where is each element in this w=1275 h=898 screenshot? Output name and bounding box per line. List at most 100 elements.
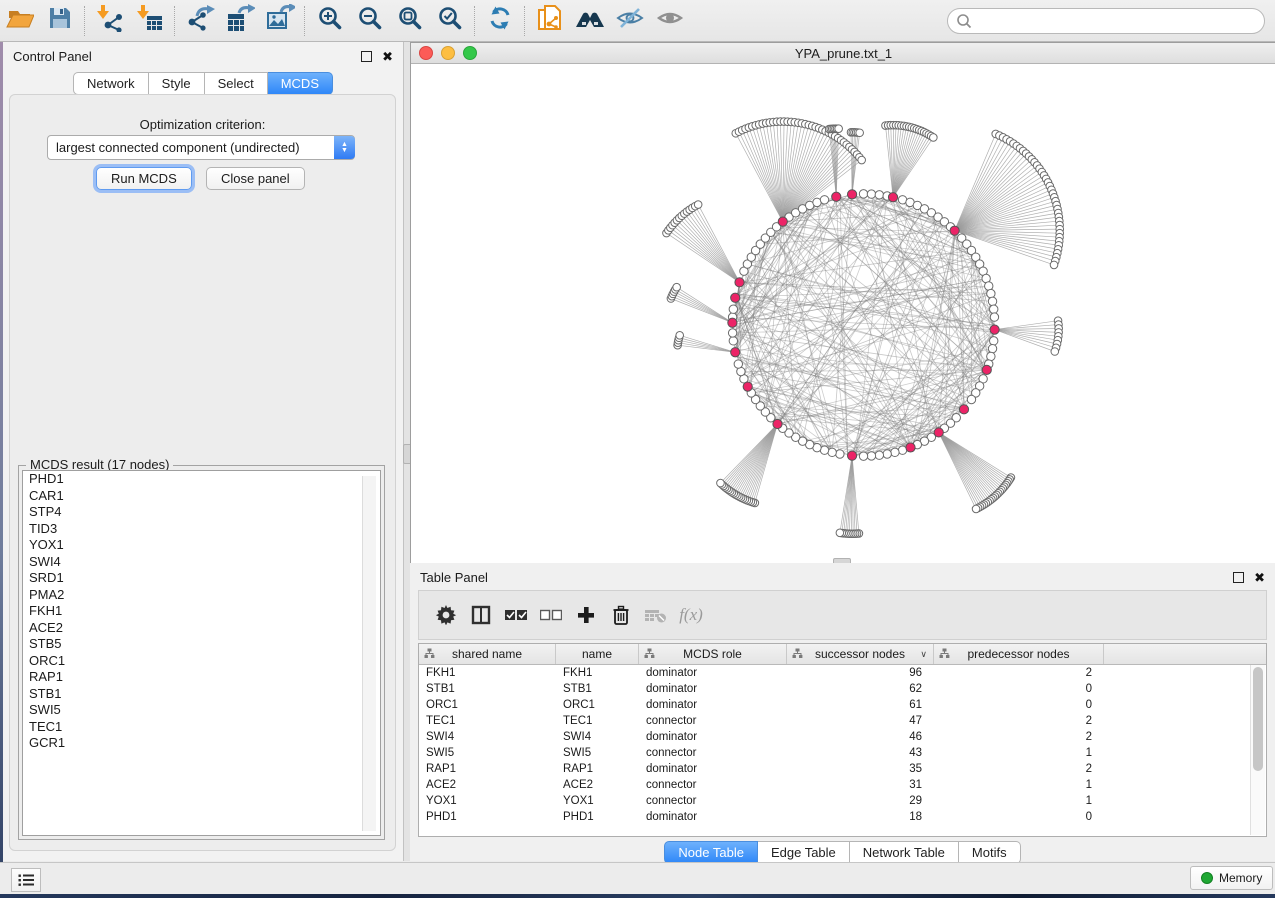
tab-edge-table[interactable]: Edge Table <box>758 841 850 864</box>
cell-predecessor-nodes: 1 <box>934 795 1104 807</box>
select-all-button[interactable] <box>503 602 529 628</box>
cell-name: RAP1 <box>556 763 639 775</box>
mcds-list-scrollbar[interactable] <box>362 476 376 831</box>
open-file-button[interactable] <box>0 4 40 38</box>
tab-mcds[interactable]: MCDS <box>268 72 333 95</box>
table-row[interactable]: FKH1FKH1dominator962 <box>419 665 1266 681</box>
export-image-icon <box>265 4 295 37</box>
zoom-fit-button[interactable] <box>390 4 430 38</box>
column-header-mcds-role[interactable]: MCDS role <box>639 644 787 664</box>
table-row[interactable]: PHD1PHD1dominator180 <box>419 809 1266 825</box>
column-header-name[interactable]: name <box>556 644 639 664</box>
show-columns-button[interactable] <box>468 602 494 628</box>
search-binoculars-button[interactable] <box>570 4 610 38</box>
list-icon <box>18 873 34 887</box>
close-panel-icon[interactable]: ✖ <box>382 50 393 63</box>
export-image-button[interactable] <box>260 4 300 38</box>
mcds-result-item[interactable]: STB1 <box>23 686 380 703</box>
cell-shared-name: ACE2 <box>419 779 556 791</box>
network-search-box[interactable] <box>947 8 1265 34</box>
network-window-titlebar[interactable]: YPA_prune.txt_1 <box>411 43 1275 64</box>
hide-selected-button[interactable] <box>610 4 650 38</box>
zoom-selected-button[interactable] <box>430 4 470 38</box>
mcds-result-item[interactable]: PHD1 <box>23 471 380 488</box>
column-header-shared-name[interactable]: shared name <box>419 644 556 664</box>
table-row[interactable]: YOX1YOX1connector291 <box>419 793 1266 809</box>
mcds-result-item[interactable]: STP4 <box>23 504 380 521</box>
float-table-panel-icon[interactable] <box>1233 572 1244 583</box>
tab-node-table[interactable]: Node Table <box>664 841 758 864</box>
tab-network-table[interactable]: Network Table <box>850 841 959 864</box>
save-floppy-icon <box>48 6 72 35</box>
mcds-result-item[interactable]: GCR1 <box>23 735 380 752</box>
add-column-button[interactable] <box>573 602 599 628</box>
control-panel-title: Control Panel <box>13 49 92 64</box>
table-row[interactable]: RAP1RAP1dominator352 <box>419 761 1266 777</box>
cell-mcds-role: dominator <box>639 811 787 823</box>
mcds-result-list[interactable]: PHD1CAR1STP4TID3YOX1SWI4SRD1PMA2FKH1ACE2… <box>22 470 381 836</box>
table-row[interactable]: ACE2ACE2connector311 <box>419 777 1266 793</box>
mcds-result-item[interactable]: FKH1 <box>23 603 380 620</box>
cell-mcds-role: dominator <box>639 683 787 695</box>
optimization-criterion-select[interactable]: largest connected component (undirected)… <box>47 135 355 160</box>
cell-name: YOX1 <box>556 795 639 807</box>
show-panels-list-button[interactable] <box>11 868 41 892</box>
float-panel-icon[interactable] <box>361 51 372 62</box>
mcds-result-item[interactable]: TEC1 <box>23 719 380 736</box>
tab-select[interactable]: Select <box>205 72 268 95</box>
cell-mcds-role: dominator <box>639 667 787 679</box>
cell-name: PHD1 <box>556 811 639 823</box>
zoom-fit-icon <box>397 5 423 36</box>
table-row[interactable]: TEC1TEC1connector472 <box>419 713 1266 729</box>
tab-network[interactable]: Network <box>73 72 149 95</box>
mcds-result-item[interactable]: SRD1 <box>23 570 380 587</box>
table-row[interactable]: ORC1ORC1dominator610 <box>419 697 1266 713</box>
table-settings-button[interactable] <box>433 602 459 628</box>
network-canvas[interactable] <box>411 64 1275 563</box>
mcds-result-item[interactable]: ORC1 <box>23 653 380 670</box>
toolbar-separator <box>524 6 526 36</box>
cell-name: FKH1 <box>556 667 639 679</box>
zoom-in-button[interactable] <box>310 4 350 38</box>
search-input[interactable] <box>977 11 1256 31</box>
import-table-button[interactable] <box>130 4 170 38</box>
close-table-panel-icon[interactable]: ✖ <box>1254 571 1265 584</box>
mcds-result-item[interactable]: TID3 <box>23 521 380 538</box>
show-all-button[interactable] <box>650 4 690 38</box>
column-header-predecessor-nodes[interactable]: predecessor nodes <box>934 644 1104 664</box>
table-scrollbar-thumb[interactable] <box>1253 667 1263 771</box>
select-stepper-icon: ▲▼ <box>334 136 355 159</box>
clone-network-button[interactable] <box>530 4 570 38</box>
mcds-result-item[interactable]: SWI4 <box>23 554 380 571</box>
cell-successor-nodes: 96 <box>787 667 934 679</box>
mcds-result-item[interactable]: YOX1 <box>23 537 380 554</box>
tab-motifs[interactable]: Motifs <box>959 841 1021 864</box>
delete-column-button[interactable] <box>608 602 634 628</box>
mcds-result-item[interactable]: SWI5 <box>23 702 380 719</box>
deselect-all-button[interactable] <box>538 602 564 628</box>
close-panel-button[interactable]: Close panel <box>206 167 305 190</box>
mcds-result-item[interactable]: ACE2 <box>23 620 380 637</box>
eye-icon <box>656 6 684 35</box>
column-header-successor-nodes[interactable]: successor nodes∨ <box>787 644 934 664</box>
mcds-result-item[interactable]: RAP1 <box>23 669 380 686</box>
mcds-result-item[interactable]: PMA2 <box>23 587 380 604</box>
table-row[interactable]: SWI5SWI5connector431 <box>419 745 1266 761</box>
tab-style[interactable]: Style <box>149 72 205 95</box>
cell-shared-name: TEC1 <box>419 715 556 727</box>
run-mcds-button[interactable]: Run MCDS <box>96 167 192 190</box>
node-table[interactable]: shared namenameMCDS rolesuccessor nodes∨… <box>418 643 1267 837</box>
memory-button[interactable]: Memory <box>1190 866 1273 890</box>
table-scrollbar[interactable] <box>1250 665 1265 835</box>
mcds-result-item[interactable]: STB5 <box>23 636 380 653</box>
mcds-result-item[interactable]: CAR1 <box>23 488 380 505</box>
table-row[interactable]: SWI4SWI4dominator462 <box>419 729 1266 745</box>
cell-name: SWI5 <box>556 747 639 759</box>
save-session-button[interactable] <box>40 4 80 38</box>
table-row[interactable]: STB1STB1dominator620 <box>419 681 1266 697</box>
import-network-button[interactable] <box>90 4 130 38</box>
zoom-out-button[interactable] <box>350 4 390 38</box>
export-table-button[interactable] <box>220 4 260 38</box>
refresh-layout-button[interactable] <box>480 4 520 38</box>
export-network-button[interactable] <box>180 4 220 38</box>
